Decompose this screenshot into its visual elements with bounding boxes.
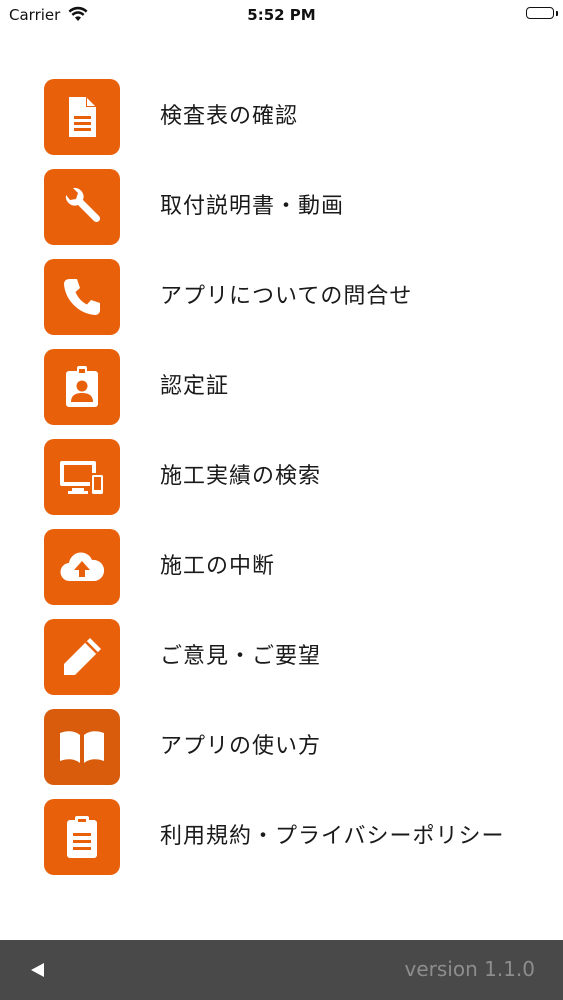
- menu-item-how-to-use[interactable]: アプリの使い方: [0, 704, 563, 785]
- status-bar: Carrier 5:52 PM: [0, 0, 563, 30]
- menu-item-label: 取付説明書・動画: [160, 194, 345, 219]
- menu-item-label: ご意見・ご要望: [160, 644, 322, 669]
- menu-item-app-inquiry[interactable]: アプリについての問合せ: [0, 254, 563, 335]
- menu-item-label: 利用規約・プライバシーポリシー: [160, 824, 505, 849]
- menu-item-feedback[interactable]: ご意見・ご要望: [0, 614, 563, 695]
- battery-icon: [526, 7, 554, 19]
- clipboard-icon: [44, 799, 120, 875]
- menu-item-certificate[interactable]: 認定証: [0, 344, 563, 425]
- document-icon: [44, 79, 120, 155]
- back-triangle-icon[interactable]: [26, 957, 52, 983]
- battery-cap: [556, 11, 558, 16]
- version-label: version 1.1.0: [404, 957, 536, 981]
- menu-item-label: アプリについての問合せ: [160, 284, 413, 309]
- status-time: 5:52 PM: [247, 6, 316, 24]
- devices-icon: [44, 439, 120, 515]
- menu-item-label: アプリの使い方: [160, 734, 322, 759]
- bottom-bar: version 1.1.0: [0, 940, 563, 1000]
- wrench-icon: [44, 169, 120, 245]
- cloud-upload-icon: [44, 529, 120, 605]
- pencil-icon: [44, 619, 120, 695]
- badge-icon: [44, 349, 120, 425]
- menu-item-inspection-sheet[interactable]: 検査表の確認: [0, 74, 563, 155]
- menu-item-terms-privacy[interactable]: 利用規約・プライバシーポリシー: [0, 794, 563, 875]
- phone-icon: [44, 259, 120, 335]
- menu-item-suspend-work[interactable]: 施工の中断: [0, 524, 563, 605]
- menu-item-label: 施工実績の検索: [160, 464, 322, 489]
- menu-item-installation-manual[interactable]: 取付説明書・動画: [0, 164, 563, 245]
- menu-item-label: 検査表の確認: [160, 104, 299, 129]
- menu-item-label: 認定証: [160, 374, 230, 399]
- menu-item-work-search[interactable]: 施工実績の検索: [0, 434, 563, 515]
- menu-item-label: 施工の中断: [160, 554, 276, 579]
- book-icon: [44, 709, 120, 785]
